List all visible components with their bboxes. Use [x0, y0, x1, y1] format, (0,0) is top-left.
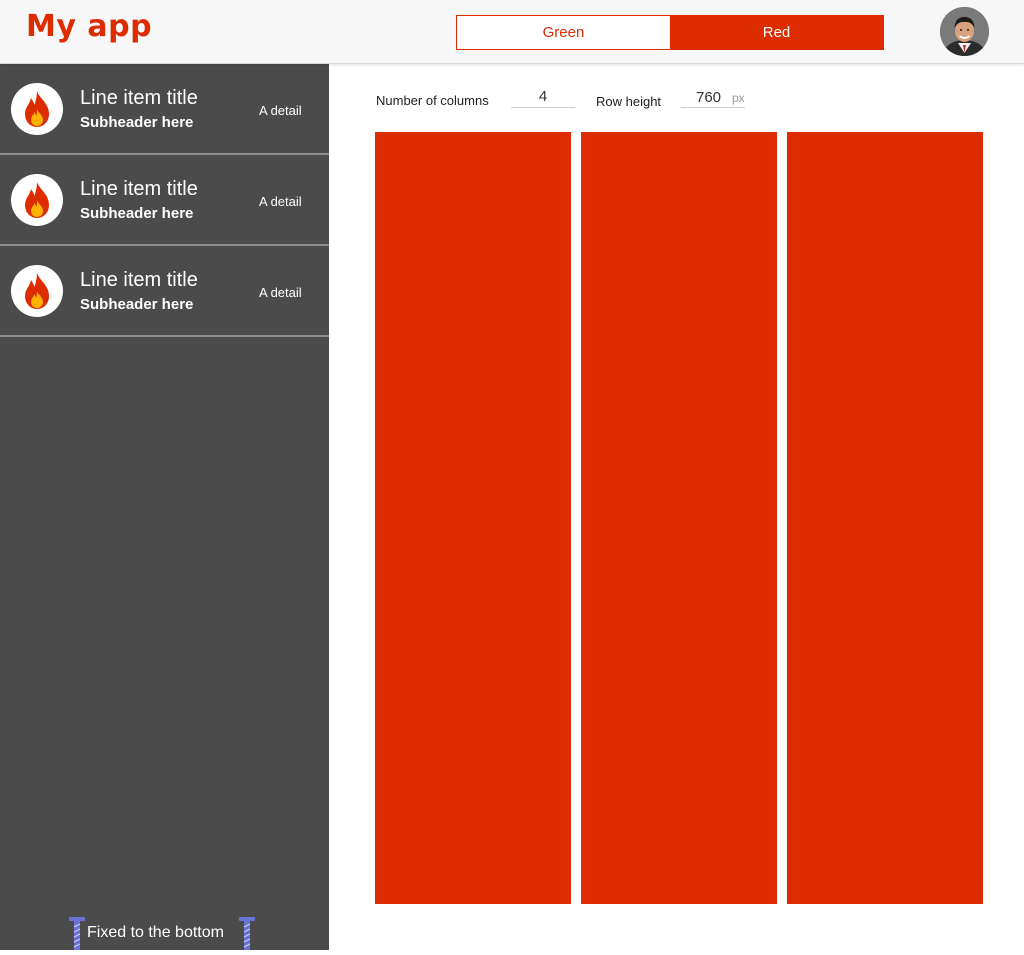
sidebar-footer: Fixed to the bottom	[0, 916, 329, 950]
grid-area	[375, 132, 983, 904]
sidebar: Line item title Subheader here A detail …	[0, 64, 329, 950]
screw-icon	[239, 917, 255, 955]
screw-icon	[69, 917, 85, 955]
grid-column	[787, 132, 983, 904]
row-height-unit: px	[732, 91, 745, 105]
grid-column	[375, 132, 571, 904]
app-header: My app Green Red	[0, 0, 1024, 64]
list-item-title: Line item title	[80, 87, 198, 109]
list-item[interactable]: Line item title Subheader here A detail	[0, 155, 329, 246]
list-item-subheader: Subheader here	[80, 114, 194, 131]
list-item-title: Line item title	[80, 269, 198, 291]
list-item-detail: A detail	[259, 285, 302, 300]
list-item-detail: A detail	[259, 103, 302, 118]
list-item[interactable]: Line item title Subheader here A detail	[0, 64, 329, 155]
list-item-title: Line item title	[80, 178, 198, 200]
list-item[interactable]: Line item title Subheader here A detail	[0, 246, 329, 337]
grid-column	[581, 132, 777, 904]
list-item-subheader: Subheader here	[80, 296, 194, 313]
toggle-green-button[interactable]: Green	[457, 16, 670, 49]
footer-text: Fixed to the bottom	[87, 924, 224, 941]
columns-input[interactable]	[511, 85, 575, 108]
grid-controls: Number of columns Row height px	[376, 82, 776, 114]
fire-icon	[11, 174, 63, 226]
list-item-subheader: Subheader here	[80, 205, 194, 222]
list-item-detail: A detail	[259, 194, 302, 209]
fire-icon	[11, 265, 63, 317]
row-height-label: Row height	[596, 94, 662, 109]
fire-icon	[11, 83, 63, 135]
user-avatar[interactable]	[940, 7, 989, 56]
color-toggle[interactable]: Green Red	[456, 15, 884, 50]
columns-label: Number of columns	[376, 93, 489, 108]
app-logo: My app	[26, 9, 153, 44]
toggle-red-button[interactable]: Red	[670, 16, 883, 49]
